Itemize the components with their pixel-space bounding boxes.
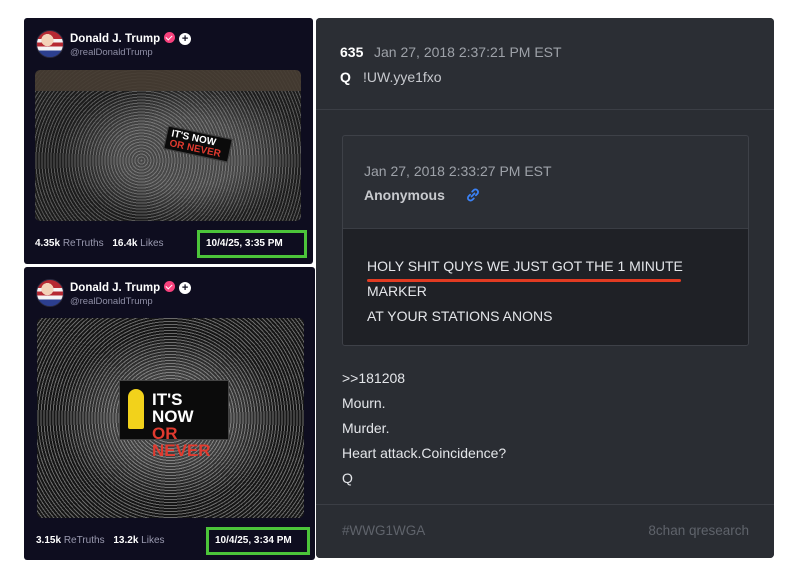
- retruths-count[interactable]: 3.15k: [36, 535, 61, 546]
- post-number[interactable]: 635: [340, 44, 363, 60]
- q-drop-panel: 635 Jan 27, 2018 2:37:21 PM EST Q !UW.yy…: [316, 18, 774, 558]
- truth-post-card[interactable]: Donald J. Trump + @realDonaldTrump IT'S N…: [24, 267, 315, 560]
- yellow-ribbon-icon: [128, 389, 144, 429]
- hashtag[interactable]: #WWG1WGA: [342, 523, 425, 538]
- likes-label: Likes: [140, 238, 164, 249]
- post-stats: 4.35k ReTruths 16.4k Likes: [35, 238, 170, 249]
- post-body-line: Mourn.: [342, 395, 386, 411]
- post-date: Jan 27, 2018 2:37:21 PM EST: [374, 44, 562, 60]
- author-name[interactable]: Donald J. Trump +: [70, 281, 192, 294]
- link-icon[interactable]: [465, 187, 481, 203]
- quoted-post-author: Anonymous: [364, 187, 445, 203]
- q-post-footer: #WWG1WGA 8chan qresearch: [316, 504, 774, 558]
- post-photo[interactable]: IT'S NOW OR NEVER: [37, 318, 304, 518]
- likes-count[interactable]: 16.4k: [112, 238, 137, 249]
- author-name[interactable]: Donald J. Trump +: [70, 32, 192, 45]
- banner-line: OR NEVER: [152, 424, 211, 460]
- quoted-post: Jan 27, 2018 2:33:27 PM EST Anonymous HO…: [342, 135, 749, 346]
- photo-banner: IT'S NOW OR NEVER: [119, 380, 229, 459]
- post-body-line: Q: [342, 470, 353, 486]
- truth-post-card[interactable]: Donald J. Trump + @realDonaldTrump IT'S N…: [24, 18, 313, 264]
- retruths-label: ReTruths: [63, 535, 105, 546]
- author-handle[interactable]: @realDonaldTrump: [70, 47, 153, 58]
- quoted-text-line: AT YOUR STATIONS ANONS: [367, 308, 553, 324]
- plus-icon[interactable]: +: [179, 33, 192, 45]
- post-timestamp[interactable]: 10/4/25, 3:35 PM: [197, 230, 307, 258]
- author-handle[interactable]: @realDonaldTrump: [70, 296, 153, 307]
- likes-count[interactable]: 13.2k: [113, 535, 138, 546]
- author-name-text: Donald J. Trump: [70, 33, 161, 45]
- post-body-line: Heart attack.Coincidence?: [342, 445, 507, 461]
- post-photo[interactable]: IT'S NOW OR NEVER: [35, 70, 301, 221]
- avatar[interactable]: [36, 279, 64, 307]
- post-stats: 3.15k ReTruths 13.2k Likes: [36, 535, 171, 546]
- author-name-text: Donald J. Trump: [70, 282, 161, 294]
- post-source: 8chan qresearch: [648, 523, 749, 538]
- quoted-text-line: HOLY SHIT QUYS WE JUST GOT THE 1 MINUTE: [367, 258, 683, 274]
- post-header: Donald J. Trump + @realDonaldTrump: [36, 279, 296, 307]
- q-post-header: 635 Jan 27, 2018 2:37:21 PM EST Q !UW.yy…: [316, 18, 774, 110]
- retruths-label: ReTruths: [62, 238, 104, 249]
- poster-tripcode: !UW.yye1fxo: [363, 69, 442, 85]
- avatar[interactable]: [36, 30, 64, 58]
- poster-name: Q: [340, 69, 351, 85]
- post-header: Donald J. Trump + @realDonaldTrump: [36, 30, 296, 58]
- likes-label: Likes: [141, 535, 165, 546]
- quoted-post-body: HOLY SHIT QUYS WE JUST GOT THE 1 MINUTE …: [343, 228, 748, 345]
- quoted-post-date: Jan 27, 2018 2:33:27 PM EST: [364, 163, 552, 179]
- quoted-text-line: MARKER: [367, 283, 427, 299]
- plus-icon[interactable]: +: [179, 282, 192, 294]
- verified-badge-icon: [164, 281, 176, 292]
- retruths-count[interactable]: 4.35k: [35, 238, 60, 249]
- photo-banner: IT'S NOW OR NEVER: [163, 125, 233, 163]
- post-reply-link[interactable]: >>181208: [342, 370, 405, 386]
- red-underline-annotation: [367, 279, 681, 282]
- verified-badge-icon: [164, 32, 176, 43]
- banner-line: IT'S NOW: [152, 390, 194, 426]
- post-body-line: Murder.: [342, 420, 390, 436]
- post-timestamp[interactable]: 10/4/25, 3:34 PM: [206, 527, 310, 555]
